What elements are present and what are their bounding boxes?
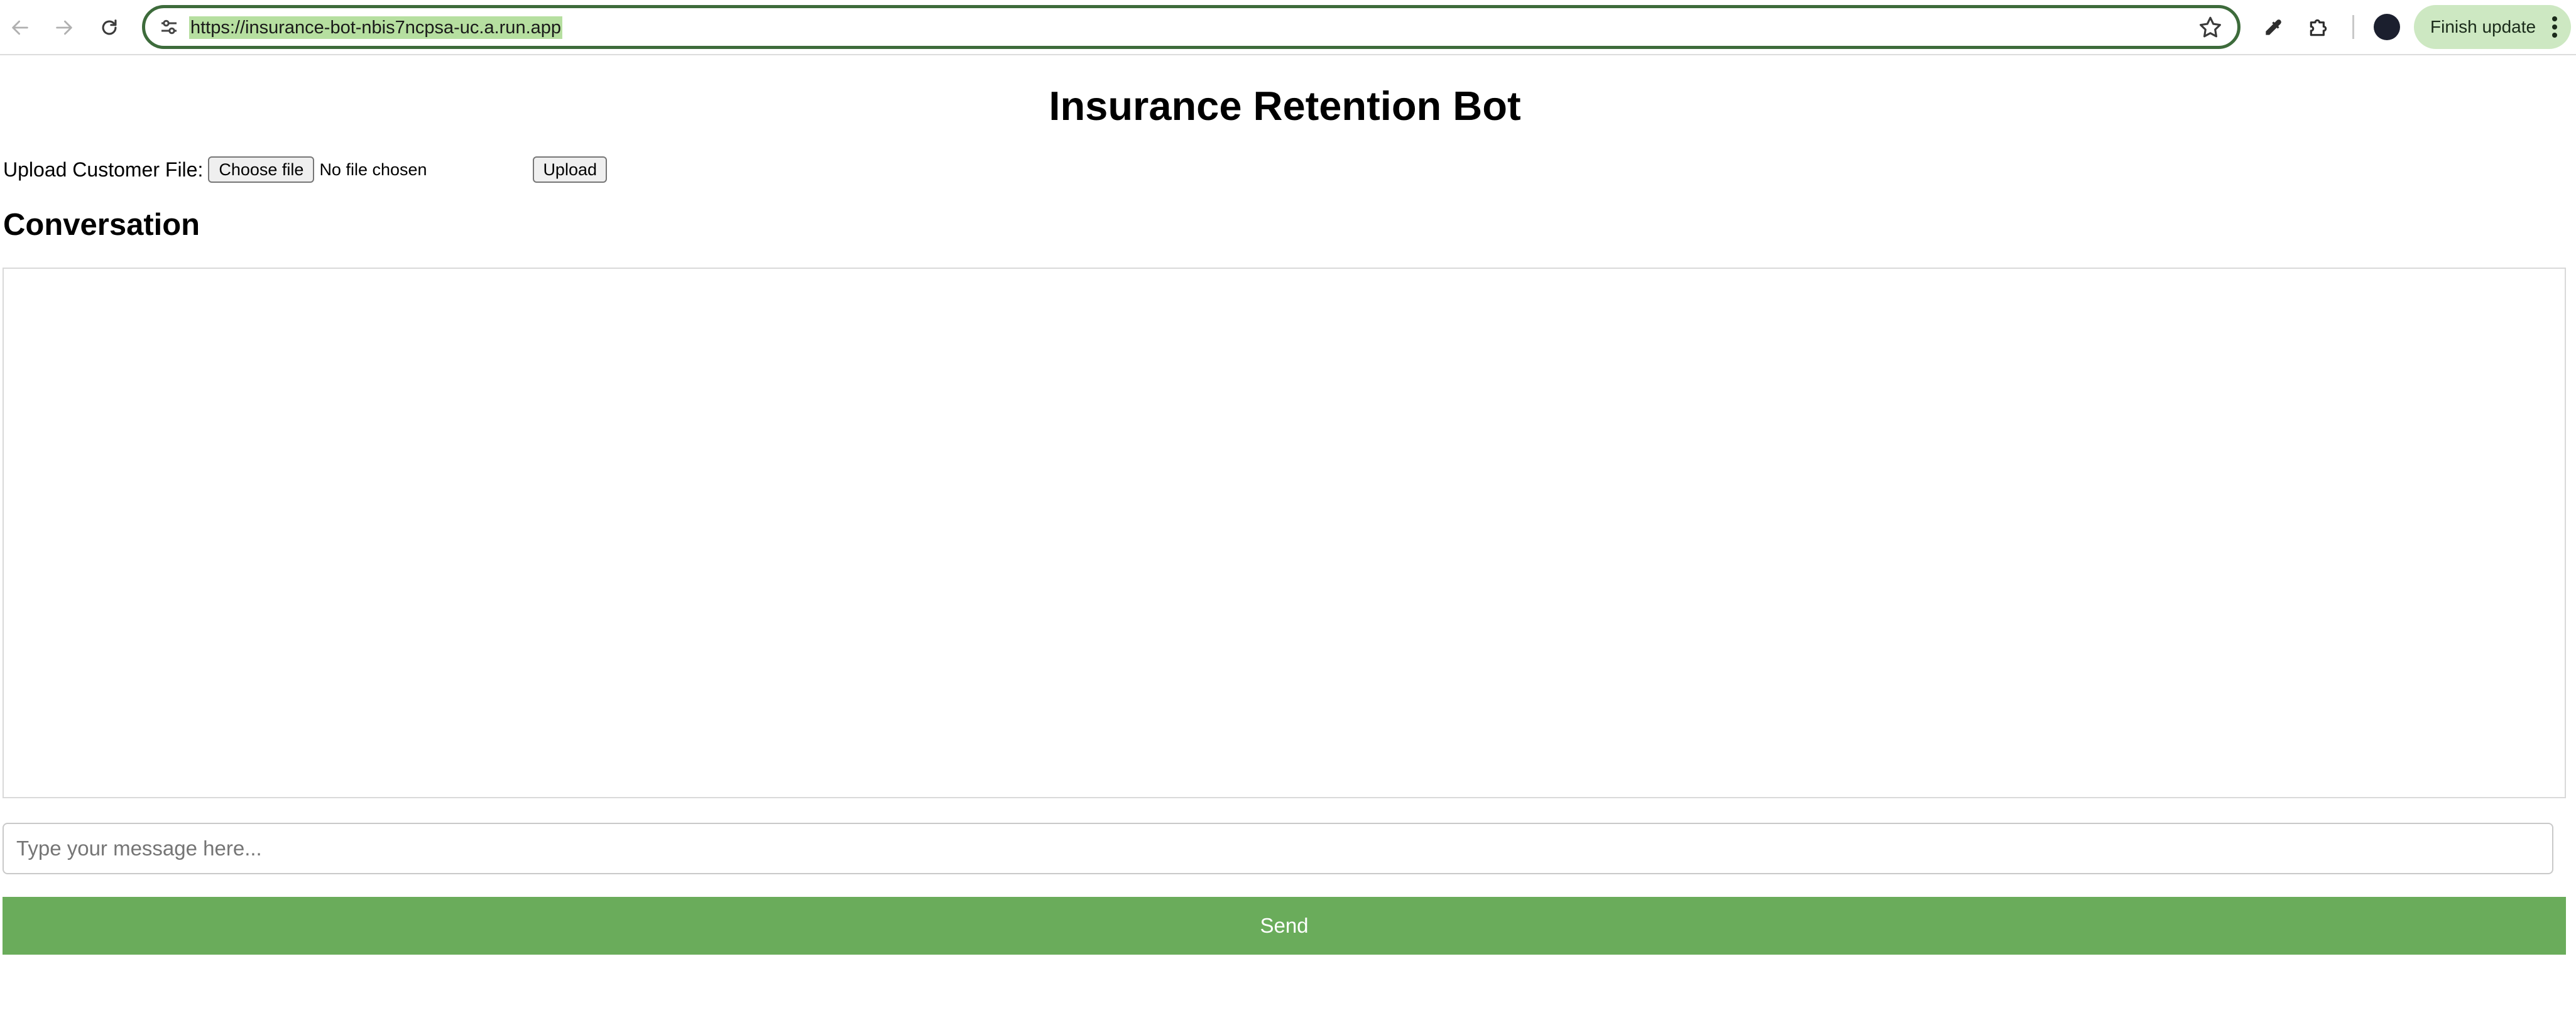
file-status-text: No file chosen xyxy=(319,160,427,179)
reload-icon xyxy=(102,19,117,35)
back-button[interactable] xyxy=(4,11,36,44)
site-info-icon[interactable] xyxy=(158,16,180,38)
upload-button[interactable]: Upload xyxy=(533,156,607,183)
send-button[interactable]: Send xyxy=(3,897,2566,955)
back-arrow-icon xyxy=(12,20,28,35)
upload-row: Upload Customer File: Choose file No fil… xyxy=(3,155,607,185)
eyedropper-button[interactable] xyxy=(2257,11,2289,44)
page-title: Insurance Retention Bot xyxy=(1049,83,1521,129)
extensions-button[interactable] xyxy=(2302,11,2335,44)
url-text[interactable]: https://insurance-bot-nbis7ncpsa-uc.a.ru… xyxy=(189,16,563,39)
extensions-puzzle-icon xyxy=(2310,19,2327,36)
toolbar-divider xyxy=(2352,15,2354,39)
more-menu-icon[interactable] xyxy=(2547,14,2562,40)
profile-avatar-icon[interactable] xyxy=(2374,14,2400,40)
upload-label: Upload Customer File: xyxy=(3,158,204,181)
finish-update-button[interactable]: Finish update xyxy=(2414,5,2571,49)
forward-arrow-icon xyxy=(56,20,72,35)
conversation-heading: Conversation xyxy=(3,208,200,242)
browser-toolbar: https://insurance-bot-nbis7ncpsa-uc.a.ru… xyxy=(0,0,2576,55)
eyedropper-icon xyxy=(2266,19,2281,35)
forward-button[interactable] xyxy=(48,11,80,44)
bookmark-star-icon[interactable] xyxy=(2197,14,2224,41)
address-bar[interactable]: https://insurance-bot-nbis7ncpsa-uc.a.ru… xyxy=(142,5,2240,49)
finish-update-label: Finish update xyxy=(2430,17,2536,36)
reload-button[interactable] xyxy=(93,11,126,44)
message-input[interactable] xyxy=(3,823,2553,874)
conversation-log[interactable] xyxy=(3,268,2566,798)
choose-file-button[interactable]: Choose file xyxy=(208,156,315,183)
